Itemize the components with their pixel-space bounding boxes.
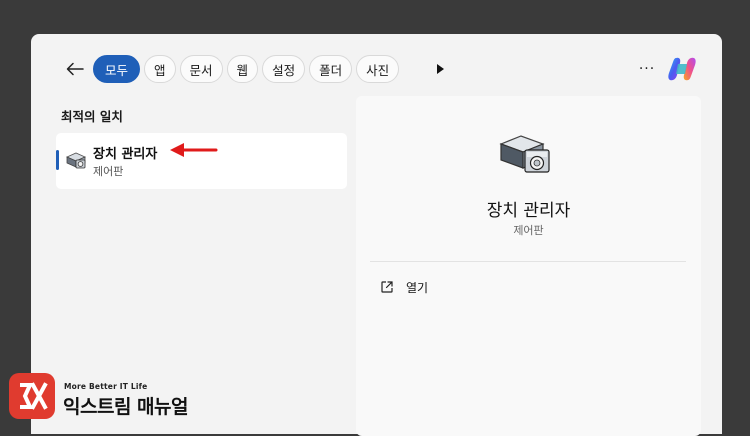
open-action-label: 열기 — [406, 280, 429, 295]
filter-tabs: 모두 앱 문서 웹 설정 폴더 사진 — [93, 55, 400, 83]
device-manager-large-icon — [499, 135, 550, 173]
watermark-logo-icon — [9, 373, 55, 419]
details-title: 장치 관리자 — [486, 201, 571, 221]
open-action[interactable]: 열기 — [370, 272, 686, 302]
details-pane: 장치 관리자 제어판 열기 — [356, 96, 701, 436]
more-tabs-play-icon[interactable] — [433, 62, 447, 76]
search-filter-bar: 모두 앱 문서 웹 설정 폴더 사진 ··· — [31, 52, 722, 86]
tab-documents[interactable]: 문서 — [179, 55, 223, 83]
details-divider — [370, 261, 686, 262]
tab-folders[interactable]: 폴더 — [309, 55, 353, 83]
watermark-tagline: More Better IT Life — [64, 382, 148, 391]
copilot-icon[interactable] — [667, 55, 697, 83]
tab-settings[interactable]: 설정 — [262, 55, 306, 83]
tab-photos[interactable]: 사진 — [356, 55, 400, 83]
annotation-arrow-icon — [170, 143, 218, 157]
tab-apps[interactable]: 앱 — [144, 55, 176, 83]
more-options-button[interactable]: ··· — [637, 56, 657, 82]
details-subtitle: 제어판 — [513, 224, 544, 237]
watermark-name: 익스트림 매뉴얼 — [63, 396, 188, 418]
device-manager-icon — [66, 152, 86, 169]
best-match-subtitle: 제어판 — [93, 165, 124, 178]
start-search-panel: 모두 앱 문서 웹 설정 폴더 사진 ··· 최적의 일치 장치 관리자 제어판… — [31, 34, 722, 436]
open-external-icon — [381, 281, 393, 293]
best-match-heading: 최적의 일치 — [61, 109, 123, 124]
best-match-title: 장치 관리자 — [93, 147, 158, 162]
back-arrow-icon — [66, 62, 84, 76]
tab-all[interactable]: 모두 — [93, 55, 141, 83]
back-button[interactable] — [61, 54, 89, 84]
selection-indicator — [56, 150, 59, 170]
tab-web[interactable]: 웹 — [226, 55, 259, 83]
